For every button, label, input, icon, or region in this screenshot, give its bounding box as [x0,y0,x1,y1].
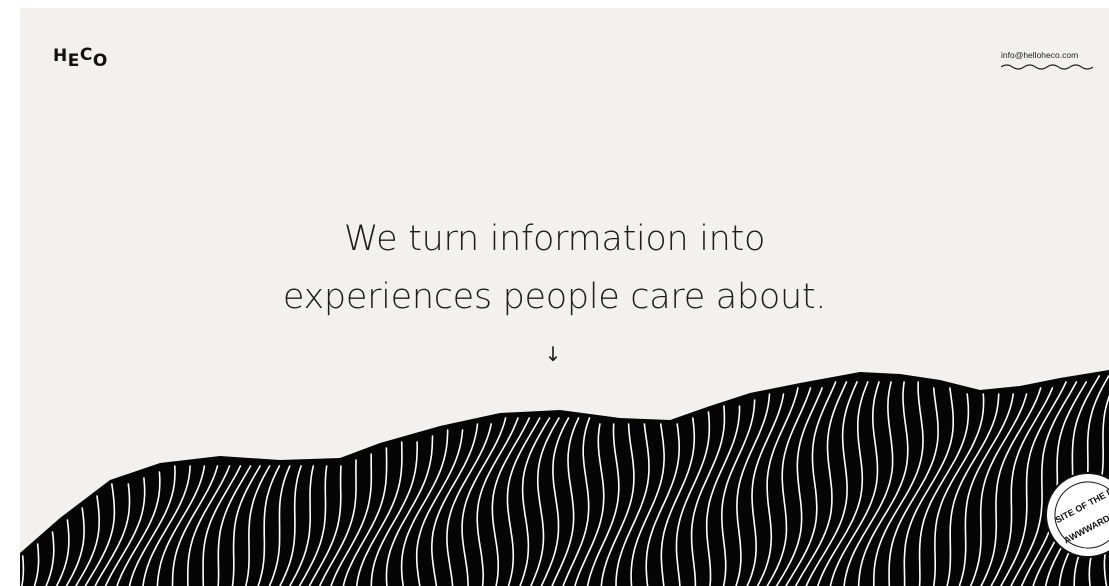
headline-line-2: experiences people care about. [282,277,827,317]
contact-email-text: info@helloheco.com [1001,50,1079,60]
headline-line-1: We turn information into [343,219,766,259]
logo-letter-h: H [53,46,68,66]
contact-email-link[interactable]: info@helloheco.com [1001,50,1093,71]
logo-letter-o: O [92,51,108,71]
page: H E C O info@helloheco.com We turn infor… [0,0,1109,586]
heco-logo[interactable]: H E C O [53,45,108,70]
logo-letter-e: E [67,51,80,71]
logo-letter-c: C [79,45,93,65]
squiggle-underline-icon [1001,64,1093,70]
scroll-down-arrow-icon[interactable]: ↓ [543,344,563,364]
awwwards-badge-icon[interactable]: SITE OF THE DAY AWWWARDS [1043,470,1109,560]
hero-headline: We turn information into experiences peo… [0,210,1109,326]
